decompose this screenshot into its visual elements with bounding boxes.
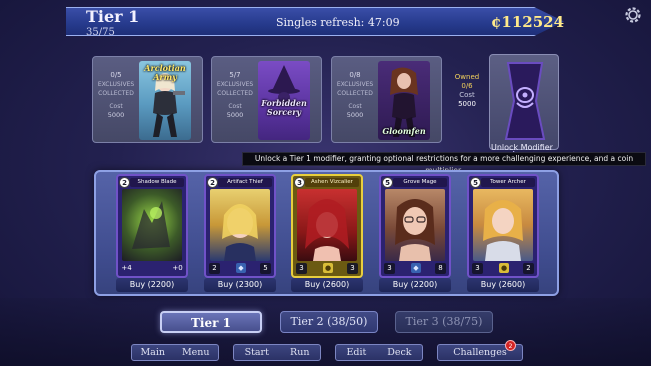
exclusive-cost-value: 5000 — [226, 111, 244, 119]
card-name: Shadow Blade — [130, 178, 184, 187]
challenges-label: Challenges — [453, 347, 507, 358]
card-attack: 2 — [209, 263, 220, 274]
tab-tier-3[interactable]: Tier 3 (38/75) — [395, 311, 493, 333]
card-attack: 3 — [296, 263, 307, 274]
exclusive-count: 0/8 — [349, 71, 361, 79]
tab-tier-1[interactable]: Tier 1 — [160, 311, 262, 333]
exclusive-art-2: Forbidden Sorcery — [258, 61, 310, 140]
exclusive-art-title: Gloomfen — [382, 126, 426, 136]
shield-icon: ◆ — [236, 263, 246, 273]
card-cost: 5 — [382, 177, 393, 188]
buy-shadow-blade-button[interactable]: Buy (2200) — [116, 278, 188, 292]
main-menu-word-2: Menu — [181, 347, 210, 358]
exclusive-cost-value: 5000 — [107, 111, 125, 119]
card-name: Artifact Thief — [218, 178, 272, 187]
edit-deck-word-1: Edit — [346, 347, 367, 358]
card-cost: 2 — [119, 177, 130, 188]
buy-tower-archer-button[interactable]: Buy (2600) — [467, 278, 539, 292]
unlock-modifier-label: Unlock Modifier — [491, 143, 553, 152]
card-health: +0 — [172, 264, 183, 272]
card-health: 2 — [523, 263, 534, 274]
card-art — [210, 189, 270, 261]
modifier-owned-count: 0/6 — [461, 82, 473, 90]
exclusive-pack-2[interactable]: 5/7 EXCLUSIVES COLLECTED Cost 5000 Forbi… — [211, 56, 322, 143]
card-attack: +4 — [121, 264, 132, 272]
exclusive-count: 0/5 — [110, 71, 122, 79]
modifier-cost-label: Cost — [459, 91, 475, 99]
exclusive-cost-label: Cost — [348, 103, 362, 110]
start-run-button[interactable]: Start Run — [233, 344, 321, 361]
tier-progress: 35/75 — [86, 27, 115, 38]
card-name: Grove Mage — [393, 178, 447, 187]
singles-refresh-timer: Singles refresh: 47:09 — [276, 16, 400, 29]
shop-card-tower-archer[interactable]: 5 Tower Archer 3 ● 2 — [467, 174, 539, 278]
modifier-sigil-icon — [504, 62, 546, 140]
gear-icon[interactable] — [623, 5, 643, 25]
exclusive-pack-1[interactable]: 0/5 EXCLUSIVES COLLECTED Cost 5000 Arclo… — [92, 56, 203, 143]
card-art — [473, 189, 533, 261]
exclusive-label-line1: EXCLUSIVES — [97, 81, 135, 88]
start-run-word-2: Run — [290, 347, 310, 358]
shield-icon: ◆ — [411, 263, 421, 273]
exclusive-count: 5/7 — [229, 71, 241, 79]
card-cost: 3 — [294, 177, 305, 188]
modifier-cost-value: 5000 — [458, 100, 476, 108]
card-health: 3 — [347, 263, 358, 274]
exclusive-art-3: Gloomfen — [378, 61, 430, 140]
main-menu-button[interactable]: Main Menu — [131, 344, 219, 361]
card-health: 5 — [260, 263, 271, 274]
shop-card-ashen-vizcalier[interactable]: 3 Ashen Vizcalier 3 ● 3 — [291, 174, 363, 278]
modifier-owned-panel: Owned 0/6 Cost 5000 — [447, 73, 487, 109]
tier-title: Tier 1 — [86, 7, 140, 26]
challenges-notification-badge: 2 — [505, 340, 516, 351]
card-health: 8 — [435, 263, 446, 274]
exclusive-art-title: Arclotian Army — [144, 63, 186, 82]
card-attack: 3 — [472, 263, 483, 274]
exclusive-art-title: Forbidden Sorcery — [261, 98, 307, 117]
exclusive-label-line1: EXCLUSIVES — [336, 81, 374, 88]
exclusive-cost-label: Cost — [109, 103, 123, 110]
coin-icon: ● — [323, 263, 333, 273]
card-art — [297, 189, 357, 261]
exclusive-label-line2: COLLECTED — [217, 90, 253, 97]
card-art — [385, 189, 445, 261]
exclusive-cost-value: 5000 — [346, 111, 364, 119]
edit-deck-button[interactable]: Edit Deck — [335, 344, 423, 361]
exclusive-label-line2: COLLECTED — [98, 90, 134, 97]
exclusive-label-line1: EXCLUSIVES — [216, 81, 254, 88]
buy-artifact-thief-button[interactable]: Buy (2300) — [204, 278, 276, 292]
shop-card-grove-mage[interactable]: 5 Grove Mage 3 ◆ 8 — [379, 174, 451, 278]
card-art — [122, 189, 182, 261]
card-name: Ashen Vizcalier — [305, 178, 359, 187]
main-menu-word-1: Main — [140, 347, 166, 358]
modifier-owned-label: Owned — [454, 73, 480, 81]
card-cost: 2 — [207, 177, 218, 188]
exclusive-cost-label: Cost — [228, 103, 242, 110]
exclusive-label-line2: COLLECTED — [337, 90, 373, 97]
edit-deck-word-2: Deck — [387, 347, 412, 358]
coin-balance: ¢112524 — [491, 13, 565, 31]
coin-icon: ● — [499, 263, 509, 273]
shop-card-shadow-blade[interactable]: 2 Shadow Blade +4 +0 — [116, 174, 188, 278]
card-cost: 5 — [470, 177, 481, 188]
tab-tier-2[interactable]: Tier 2 (38/50) — [280, 311, 378, 333]
card-name: Tower Archer — [481, 178, 535, 187]
buy-grove-mage-button[interactable]: Buy (2200) — [379, 278, 451, 292]
exclusive-pack-3[interactable]: 0/8 EXCLUSIVES COLLECTED Cost 5000 Gloom… — [331, 56, 442, 143]
start-run-word-1: Start — [244, 347, 269, 358]
shop-card-artifact-thief[interactable]: 2 Artifact Thief 2 ◆ 5 — [204, 174, 276, 278]
unlock-modifier-button[interactable] — [489, 54, 559, 150]
exclusive-art-1: Arclotian Army — [139, 61, 191, 140]
card-attack: 3 — [384, 263, 395, 274]
modifier-tooltip: Unlock a Tier 1 modifier, granting optio… — [242, 152, 646, 175]
buy-ashen-vizcalier-button[interactable]: Buy (2600) — [291, 278, 363, 292]
